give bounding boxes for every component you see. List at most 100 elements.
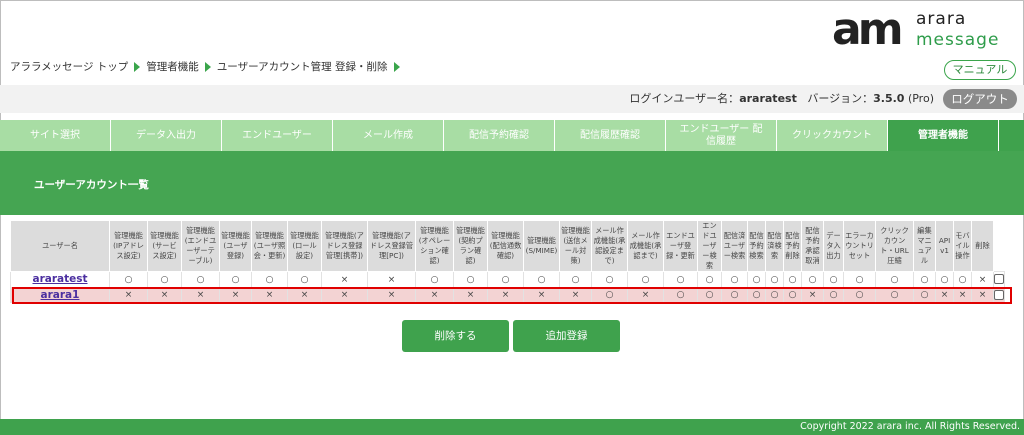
login-user-label: ログインユーザー名： — [629, 92, 740, 105]
permission-cell: × — [367, 271, 416, 288]
user-account-table: ユーザー名 管理機能(IPアドレス設定) 管理機能(サービス設定) 管理機能(エンドユ… — [10, 220, 1005, 303]
permission-cell: ○ — [765, 287, 784, 303]
permission-cell: ○ — [843, 287, 876, 303]
permission-cell: × — [147, 287, 182, 303]
tab-delivery-history[interactable]: 配信履歴確認 — [555, 120, 666, 151]
logo-line-2: message — [916, 30, 1000, 50]
delete-button[interactable]: 削除する — [402, 320, 509, 352]
panel-title: ユーザーアカウント一覧 — [34, 179, 149, 191]
column-header: 管理機能(S/MIME) — [523, 220, 560, 272]
column-header: 管理機能(エンドユーザーテーブル) — [181, 220, 220, 272]
breadcrumb-item-top[interactable]: アララメッセージ トップ — [10, 60, 128, 74]
permission-cell: ○ — [627, 271, 664, 288]
permission-cell: × — [453, 287, 488, 303]
table-row: araratest ○ ○ ○ ○ ○ ○ × × ○ ○ ○ ○ ○ ○ ○ ○ ○ ○ ○ ○ ○ ○ ○ ○ ○ ○ ○ ○ × — [10, 271, 1005, 288]
column-header: 管理機能(オペレーション確認) — [415, 220, 454, 272]
column-header: 管理機能(ユーザ登録) — [219, 220, 252, 272]
permission-cell: × — [971, 271, 994, 288]
breadcrumb: アララメッセージ トップ 管理者機能 ユーザーアカウント管理 登録・削除 — [10, 60, 400, 74]
user-name-link[interactable]: araratest — [32, 273, 87, 285]
column-header: 管理機能(サービス設定) — [147, 220, 182, 272]
column-header: データ入出力 — [823, 220, 844, 272]
delete-cell — [993, 271, 1005, 288]
column-header: モバイル操作 — [953, 220, 972, 272]
tab-delivery-reservation[interactable]: 配信予約確認 — [444, 120, 555, 151]
add-register-button[interactable]: 追加登録 — [513, 320, 620, 352]
permission-cell: ○ — [219, 271, 252, 288]
permission-cell: ○ — [181, 271, 220, 288]
delete-checkbox[interactable] — [994, 274, 1004, 284]
permission-cell: ○ — [913, 287, 936, 303]
permission-cell: ○ — [913, 271, 936, 288]
column-header: 管理機能(配信通数確認) — [487, 220, 524, 272]
permission-cell: ○ — [697, 287, 722, 303]
column-header: 管理機能(契約プラン確認) — [453, 220, 488, 272]
user-name-cell: araratest — [10, 271, 110, 288]
permission-cell: ○ — [663, 287, 698, 303]
permission-cell: ○ — [591, 287, 628, 303]
permission-cell: ○ — [721, 271, 748, 288]
column-header: クリックカウント・URL圧縮 — [875, 220, 914, 272]
permission-cell: × — [367, 287, 416, 303]
chevron-right-icon — [134, 62, 141, 72]
permission-cell: ○ — [747, 287, 766, 303]
permission-cell: ○ — [953, 271, 972, 288]
permission-cell: ○ — [487, 271, 524, 288]
permission-cell: ○ — [453, 271, 488, 288]
logo-line-1: arara — [916, 9, 967, 29]
column-header: 管理機能(アドレス登録管理[PC]) — [367, 220, 416, 272]
tab-end-user[interactable]: エンドユーザー — [222, 120, 333, 151]
column-header: メール作成機能(承認設定まで) — [591, 220, 628, 272]
permission-cell: ○ — [823, 287, 844, 303]
permission-cell: × — [415, 287, 454, 303]
column-header: 管理機能(ロール設定) — [287, 220, 322, 272]
arara-message-logo[interactable]: am arara message — [832, 8, 1012, 52]
tab-site-select[interactable]: サイト選択 — [0, 120, 111, 151]
permission-cell: × — [321, 287, 368, 303]
tab-admin[interactable]: 管理者機能 — [888, 120, 999, 151]
permission-cell: × — [219, 287, 252, 303]
column-header: エンドユーザー検索 — [697, 220, 722, 272]
breadcrumb-item-admin[interactable]: 管理者機能 — [146, 60, 199, 74]
column-header: 配信済ユーザー検索 — [721, 220, 748, 272]
main-tabs: サイト選択 データ入出力 エンドユーザー メール作成 配信予約確認 配信履歴確認… — [0, 120, 1024, 151]
column-header: 配信済検索 — [765, 220, 784, 272]
permission-cell: ○ — [875, 287, 914, 303]
user-name-cell: arara1 — [10, 287, 110, 303]
permission-cell: ○ — [783, 287, 802, 303]
permission-cell: ○ — [559, 271, 592, 288]
user-name-link[interactable]: arara1 — [41, 289, 80, 301]
permission-cell: ○ — [721, 287, 748, 303]
table-row: arara1 × × × × × × × × × × × × × ○ × ○ ○ ○ ○ ○ ○ × ○ ○ ○ ○ × × × — [10, 287, 1005, 303]
permission-cell: × — [523, 287, 560, 303]
permission-cell: ○ — [109, 271, 148, 288]
permission-cell: ○ — [875, 271, 914, 288]
permission-cell: ○ — [765, 271, 784, 288]
column-header: 管理機能(ユーザ照会・更新) — [251, 220, 288, 272]
column-header: エンドユーザ登録・更新 — [663, 220, 698, 272]
manual-button[interactable]: マニュアル — [944, 60, 1016, 80]
permission-cell: ○ — [823, 271, 844, 288]
permission-cell: ○ — [843, 271, 876, 288]
column-header: 編集マニュアル — [913, 220, 936, 272]
version-edition: (Pro) — [907, 92, 934, 105]
tab-data-io[interactable]: データ入出力 — [111, 120, 222, 151]
panel-header: ユーザーアカウント一覧 — [0, 151, 1024, 215]
column-header: 配信予約削除 — [783, 220, 802, 272]
delete-checkbox[interactable] — [994, 289, 1004, 300]
login-user-name: araratest — [739, 92, 797, 105]
login-info: ログインユーザー名：araratest バージョン：3.5.0 (Pro) — [629, 92, 934, 106]
logout-button[interactable]: ログアウト — [943, 89, 1017, 109]
info-bar: ログインユーザー名：araratest バージョン：3.5.0 (Pro) ログ… — [0, 85, 1024, 113]
tab-end-user-history[interactable]: エンドユーザー 配信履歴 — [666, 120, 777, 151]
permission-cell: × — [801, 287, 824, 303]
permission-cell: ○ — [783, 271, 802, 288]
permission-cell: ○ — [747, 271, 766, 288]
permission-cell: × — [971, 287, 994, 303]
permission-cell: × — [251, 287, 288, 303]
column-header: メール作成機能(承認まで) — [627, 220, 664, 272]
permission-cell: ○ — [523, 271, 560, 288]
tab-mail-create[interactable]: メール作成 — [333, 120, 444, 151]
tab-click-count[interactable]: クリックカウント — [777, 120, 888, 151]
logo-mark: am — [832, 4, 904, 55]
